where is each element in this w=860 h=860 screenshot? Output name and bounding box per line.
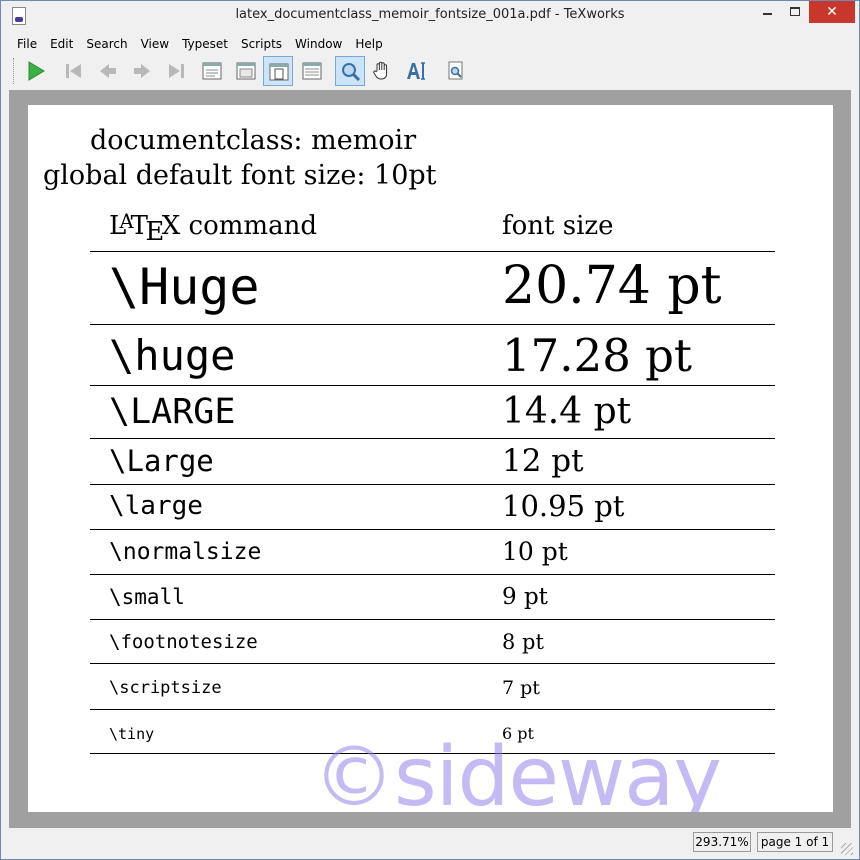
font-size-table: LATEX command font size \Huge 20.74 pt \… — [90, 207, 775, 754]
typeset-play-icon — [28, 61, 45, 81]
first-page-icon — [66, 64, 81, 78]
resize-grip[interactable] — [841, 843, 853, 855]
texworks-window: latex_documentclass_memoir_fontsize_001a… — [0, 0, 860, 860]
find-button[interactable] — [441, 56, 471, 86]
menu-search[interactable]: Search — [78, 35, 132, 55]
menu-scripts[interactable]: Scripts — [233, 35, 287, 55]
maximize-button[interactable] — [782, 1, 808, 23]
size-cell: 10 pt — [502, 537, 568, 566]
previous-page-button[interactable] — [93, 56, 123, 86]
size-cell: 10.95 pt — [502, 489, 625, 523]
table-row: \LARGE 14.4 pt — [90, 386, 775, 439]
header-command-text: command — [180, 211, 317, 241]
fit-window-icon — [302, 62, 322, 80]
window-title: latex_documentclass_memoir_fontsize_001a… — [235, 7, 625, 22]
fit-page-button[interactable] — [263, 56, 293, 86]
next-page-button[interactable] — [127, 56, 157, 86]
typeset-button[interactable] — [21, 56, 51, 86]
scroll-hand-icon — [373, 61, 388, 80]
next-page-icon — [134, 64, 150, 78]
toolbar-grip[interactable] — [13, 58, 16, 84]
status-bar: 293.71% page 1 of 1 — [1, 829, 859, 859]
fit-width-button[interactable] — [231, 56, 261, 86]
previous-page-icon — [100, 64, 116, 78]
table-row: \huge 17.28 pt — [90, 325, 775, 386]
command-cell: \normalsize — [109, 539, 262, 565]
size-cell: 9 pt — [502, 584, 548, 610]
command-cell: \small — [109, 585, 185, 609]
fit-window-button[interactable] — [297, 56, 327, 86]
command-cell: \scriptsize — [109, 678, 222, 698]
header-latex-command: LATEX command — [109, 210, 317, 247]
default-font-size-line: global default font size: 10pt — [43, 160, 437, 191]
table-row: \Large 12 pt — [90, 439, 775, 485]
find-icon — [448, 61, 463, 80]
size-cell: 14.4 pt — [502, 391, 632, 432]
size-cell: 12 pt — [502, 443, 584, 479]
last-page-icon — [169, 64, 184, 78]
pdf-page: documentclass: memoir global default fon… — [28, 105, 833, 812]
minimize-button[interactable] — [755, 1, 781, 23]
command-cell: \tiny — [109, 725, 155, 743]
command-cell: \large — [109, 491, 203, 521]
size-cell: 7 pt — [502, 677, 540, 699]
menu-file[interactable]: File — [9, 35, 42, 55]
command-cell: \huge — [109, 331, 236, 380]
latex-logo-a: A — [119, 210, 134, 234]
size-cell: 8 pt — [502, 630, 544, 654]
close-icon: ✕ — [826, 4, 838, 20]
actual-size-icon — [202, 62, 222, 80]
select-text-tool-button[interactable] — [401, 56, 431, 86]
table-row: \small 9 pt — [90, 575, 775, 620]
table-row: \normalsize 10 pt — [90, 530, 775, 575]
select-text-icon — [407, 62, 425, 80]
table-header: LATEX command font size — [90, 207, 775, 252]
magnify-tool-button[interactable] — [335, 56, 365, 86]
toolbar — [9, 54, 851, 88]
menu-edit[interactable]: Edit — [42, 35, 78, 55]
title-bar: latex_documentclass_memoir_fontsize_001a… — [1, 1, 859, 32]
command-cell: \LARGE — [109, 392, 236, 432]
document-class-line: documentclass: memoir — [90, 125, 417, 156]
menu-window[interactable]: Window — [287, 35, 347, 55]
sideway-watermark: ©sideway — [313, 730, 722, 812]
latex-logo: LATEX — [109, 210, 181, 247]
command-cell: \Large — [109, 444, 214, 478]
fit-width-icon — [236, 62, 256, 80]
magnify-icon — [342, 63, 361, 82]
pdf-viewer[interactable]: documentclass: memoir global default fon… — [9, 90, 851, 828]
latex-logo-e: E — [145, 216, 165, 247]
header-font-size: font size — [502, 211, 614, 241]
menu-help[interactable]: Help — [347, 35, 387, 55]
menu-view[interactable]: View — [133, 35, 174, 55]
minimize-icon — [763, 13, 772, 15]
actual-size-button[interactable] — [197, 56, 227, 86]
table-row: \scriptsize 7 pt — [90, 664, 775, 710]
last-page-button[interactable] — [161, 56, 191, 86]
command-cell: \Huge — [109, 258, 260, 316]
size-cell: 17.28 pt — [502, 329, 693, 382]
close-button[interactable]: ✕ — [809, 1, 855, 23]
page-indicator[interactable]: page 1 of 1 — [757, 832, 833, 852]
size-cell: 20.74 pt — [502, 256, 722, 316]
menu-typeset[interactable]: Typeset — [174, 35, 233, 55]
latex-logo-x: X — [161, 211, 181, 241]
maximize-icon — [790, 7, 800, 16]
scroll-tool-button[interactable] — [367, 56, 397, 86]
table-row: \large 10.95 pt — [90, 485, 775, 530]
first-page-button[interactable] — [59, 56, 89, 86]
command-cell: \footnotesize — [109, 631, 258, 653]
table-row: \Huge 20.74 pt — [90, 252, 775, 325]
fit-page-icon — [269, 63, 289, 81]
table-row: \footnotesize 8 pt — [90, 620, 775, 664]
zoom-level[interactable]: 293.71% — [693, 832, 751, 852]
menu-bar: File Edit Search View Typeset Scripts Window He… — [9, 33, 851, 53]
